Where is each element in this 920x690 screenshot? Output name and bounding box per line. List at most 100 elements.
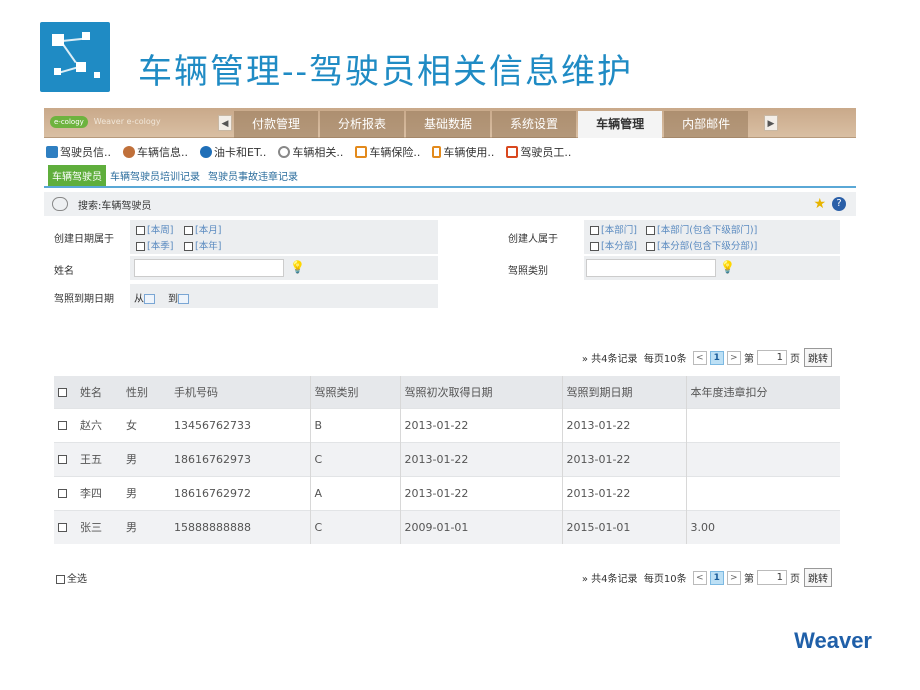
option-this-week[interactable]: [本周] [136, 222, 173, 236]
tab-payment[interactable]: 付款管理 [234, 111, 319, 138]
page-number-input[interactable]: 1 [757, 350, 787, 365]
col-license-type[interactable]: 驾照类别 [310, 376, 401, 408]
subtab-drivers[interactable]: 车辆驾驶员 [48, 165, 106, 186]
toolbar-vehicle-usage[interactable]: 车辆使用.. [432, 144, 494, 160]
cell-name[interactable]: 张三 [76, 509, 122, 544]
cell-license-expiry: 2013-01-22 [562, 475, 687, 510]
col-gender[interactable]: 性别 [122, 376, 170, 408]
nav-left-arrow-icon[interactable]: ◀ [218, 115, 232, 131]
jump-button[interactable]: 跳转 [804, 348, 832, 367]
col-name[interactable]: 姓名 [76, 376, 122, 408]
tab-reports[interactable]: 分析报表 [320, 111, 405, 138]
cell-license-type: C [310, 441, 401, 476]
option-my-branch-sub[interactable]: [本分部(包含下级分部)] [646, 238, 757, 252]
row-checkbox[interactable] [54, 509, 76, 544]
col-violation-points[interactable]: 本年度违章扣分 [686, 376, 840, 408]
slide: 车辆管理--驾驶员相关信息维护 e-cology Weaver e-cology … [0, 0, 920, 690]
option-this-year[interactable]: [本年] [184, 238, 221, 252]
brand: e-cology Weaver e-cology [46, 110, 166, 134]
top-navigation-bar: e-cology Weaver e-cology ◀ 付款管理 分析报表 基础数据… [44, 108, 856, 138]
current-page[interactable]: 1 [709, 350, 724, 365]
table-row[interactable]: 王五男 18616762973 C 2013-01-22 2013-01-22 [54, 441, 840, 476]
cell-license-expiry: 2015-01-01 [562, 509, 687, 544]
cell-license-first-date: 2013-01-22 [400, 475, 563, 510]
row-checkbox[interactable] [54, 475, 76, 510]
jump-button[interactable]: 跳转 [804, 568, 832, 587]
tab-internal-mail[interactable]: 内部邮件 [664, 111, 749, 138]
option-this-quarter[interactable]: [本季] [136, 238, 173, 252]
main-tabs: 付款管理 分析报表 基础数据 系统设置 车辆管理 内部邮件 [234, 111, 750, 138]
cell-phone: 18616762972 [170, 475, 311, 510]
search-icon [278, 146, 291, 158]
document-icon [355, 146, 368, 158]
tab-settings[interactable]: 系统设置 [492, 111, 577, 138]
cell-phone: 15888888888 [170, 509, 311, 544]
toolbar-driver-work[interactable]: 驾驶员工.. [506, 144, 571, 160]
name-input[interactable] [134, 259, 284, 277]
cell-name[interactable]: 王五 [76, 441, 122, 476]
select-all[interactable]: 全选 [56, 570, 87, 585]
cell-license-first-date: 2009-01-01 [400, 509, 563, 544]
lightbulb-icon[interactable]: 💡 [720, 260, 735, 274]
cell-name[interactable]: 赵六 [76, 407, 122, 442]
col-license-expiry[interactable]: 驾照到期日期 [562, 376, 687, 408]
name-label: 姓名 [54, 266, 74, 277]
toolbar-vehicle-related[interactable]: 车辆相关.. [278, 144, 343, 160]
option-this-month[interactable]: [本月] [184, 222, 221, 236]
select-all-checkbox-header[interactable] [54, 376, 76, 408]
table-header-row: 姓名 性别 手机号码 驾照类别 驾照初次取得日期 驾照到期日期 本年度违章扣分 [54, 376, 840, 408]
cell-name[interactable]: 李四 [76, 475, 122, 510]
toolbar-vehicle-info[interactable]: 车辆信息.. [123, 144, 188, 160]
date-from: 从 [134, 290, 155, 305]
prev-page-button[interactable]: < [692, 570, 707, 585]
subtab-driver-training[interactable]: 车辆驾驶员培训记录 [106, 165, 204, 186]
search-icon[interactable] [52, 197, 68, 211]
created-date-label: 创建日期属于 [54, 234, 114, 245]
license-type-label: 驾照类别 [508, 266, 548, 277]
page-number-input[interactable]: 1 [757, 570, 787, 585]
creator-label: 创建人属于 [508, 234, 558, 245]
list-icon [432, 146, 442, 158]
col-phone[interactable]: 手机号码 [170, 376, 311, 408]
cell-gender: 男 [122, 509, 170, 544]
option-my-dept-sub[interactable]: [本部门(包含下级部门)] [646, 222, 757, 236]
table-row[interactable]: 赵六女 13456762733 B 2013-01-22 2013-01-22 [54, 407, 840, 442]
option-my-branch[interactable]: [本分部] [590, 238, 637, 252]
toolbar-driver-info[interactable]: 驾驶员信.. [46, 144, 111, 160]
cell-phone: 13456762733 [170, 407, 311, 442]
calendar-icon[interactable] [178, 294, 189, 304]
cell-gender: 男 [122, 475, 170, 510]
slide-title: 车辆管理--驾驶员相关信息维护 [138, 52, 633, 92]
cell-license-type: B [310, 407, 401, 442]
option-my-dept[interactable]: [本部门] [590, 222, 637, 236]
row-checkbox[interactable] [54, 407, 76, 442]
row-checkbox[interactable] [54, 441, 76, 476]
cell-violation-points [686, 441, 840, 476]
pagination-top: » 共4条记录 每页10条 < 1 > 第 1 页 跳转 [582, 348, 832, 367]
search-bar: 搜索:车辆驾驶员 ★ ? [44, 192, 856, 216]
favorite-star-icon[interactable]: ★ [813, 196, 826, 212]
toolbar-fuel-card[interactable]: 油卡和ET.. [200, 144, 266, 160]
subtab-accident-records[interactable]: 驾驶员事故违章记录 [204, 165, 302, 186]
cell-violation-points: 3.00 [686, 509, 840, 544]
license-type-input[interactable] [586, 259, 716, 277]
module-toolbar: 驾驶员信.. 车辆信息.. 油卡和ET.. 车辆相关.. 车辆保险.. 车辆使用… [44, 138, 856, 166]
next-page-button[interactable]: > [726, 570, 741, 585]
footer-brand: Weaver [794, 628, 872, 653]
toolbar-vehicle-insurance[interactable]: 车辆保险.. [355, 144, 420, 160]
select-all-checkbox[interactable] [56, 574, 65, 584]
help-icon[interactable]: ? [832, 197, 846, 211]
nav-right-arrow-icon[interactable]: ▶ [764, 115, 778, 131]
table-row[interactable]: 张三男 15888888888 C 2009-01-01 2015-01-01 3.00 [54, 509, 840, 544]
tab-vehicle-management[interactable]: 车辆管理 [578, 111, 663, 138]
table-row[interactable]: 李四男 18616762972 A 2013-01-22 2013-01-22 [54, 475, 840, 510]
current-page[interactable]: 1 [709, 570, 724, 585]
cell-gender: 男 [122, 441, 170, 476]
calendar-icon[interactable] [144, 294, 155, 304]
prev-page-button[interactable]: < [692, 350, 707, 365]
cell-license-type: C [310, 509, 401, 544]
col-license-first-date[interactable]: 驾照初次取得日期 [400, 376, 563, 408]
lightbulb-icon[interactable]: 💡 [290, 260, 305, 274]
tab-basic-data[interactable]: 基础数据 [406, 111, 491, 138]
next-page-button[interactable]: > [726, 350, 741, 365]
